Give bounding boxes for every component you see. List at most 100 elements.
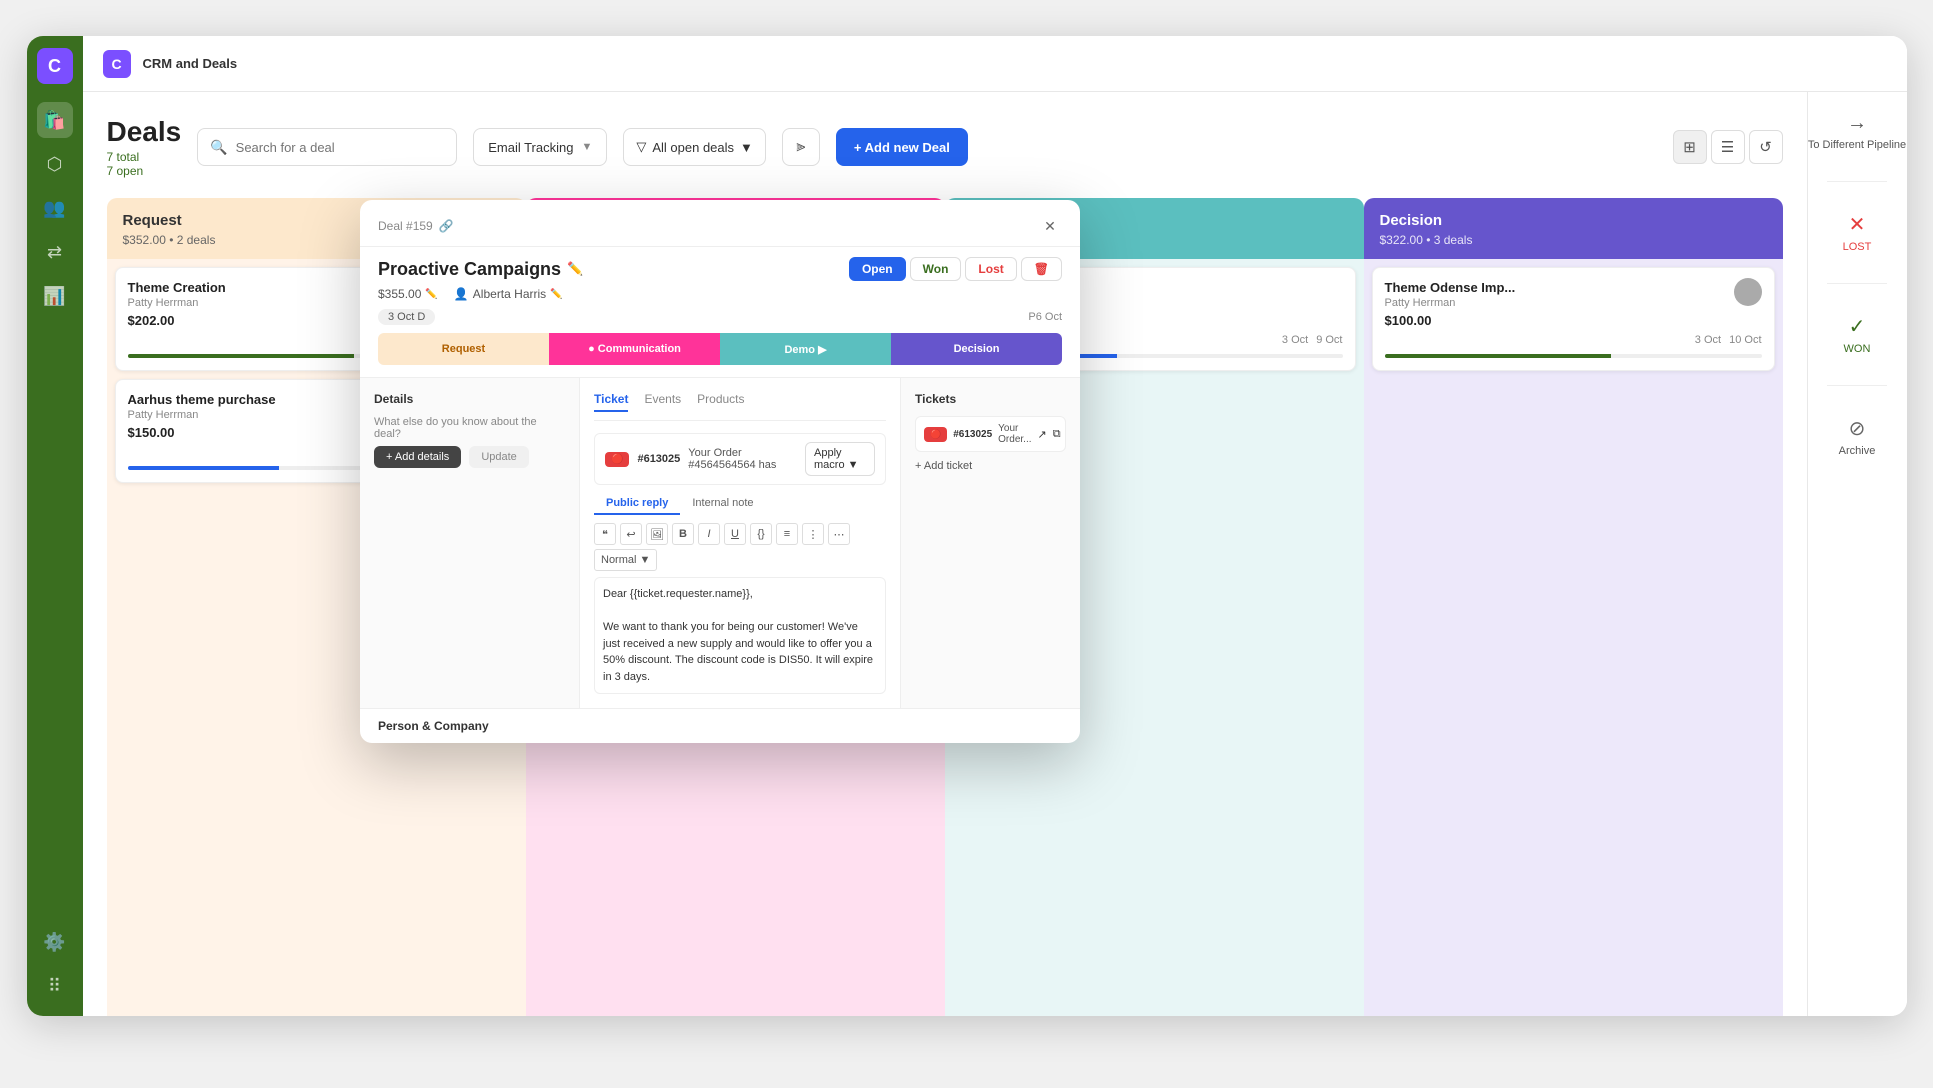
toolbar-btn-list2[interactable]: ⋮ bbox=[802, 523, 824, 545]
col-header-decision: Decision $322.00 • 3 deals bbox=[1364, 198, 1783, 259]
deal-progress bbox=[1385, 354, 1762, 358]
details-field-label: What else do you know about the deal? bbox=[374, 416, 565, 440]
delete-button[interactable]: 🗑 bbox=[1021, 257, 1062, 281]
macro-select[interactable]: Apply macro ▼ bbox=[805, 442, 875, 476]
topbar: C CRM and Deals bbox=[83, 36, 1907, 92]
reply-body[interactable]: Dear {{ticket.requester.name}},We want t… bbox=[594, 577, 886, 694]
ticket-external-link-icon[interactable]: ↗ bbox=[1038, 428, 1047, 441]
open-button[interactable]: Open bbox=[849, 257, 906, 281]
search-box[interactable]: 🔍 bbox=[197, 128, 457, 166]
update-button[interactable]: Update bbox=[469, 446, 528, 468]
sidebar-icon-settings[interactable]: ⚙️ bbox=[37, 924, 73, 960]
toolbar-btn-code[interactable]: {} bbox=[750, 523, 772, 545]
pipeline-label: To Different Pipeline bbox=[1808, 139, 1906, 151]
modal-meta: $355.00 ✏️ 👤 Alberta Harris ✏️ bbox=[360, 287, 1080, 309]
pipeline-dropdown[interactable]: Email Tracking ▼ bbox=[473, 128, 607, 166]
filter-dropdown[interactable]: ▽ All open deals ▼ bbox=[623, 128, 766, 166]
ticket-text: Your Order #4564564564 has bbox=[688, 447, 797, 471]
app-logo[interactable]: C bbox=[37, 48, 73, 84]
toolbar-format-select[interactable]: Normal ▼ bbox=[594, 549, 657, 571]
add-deal-button[interactable]: + Add new Deal bbox=[836, 128, 968, 166]
sidebar-action-won[interactable]: ✓ WON bbox=[1844, 314, 1871, 355]
topbar-logo: C bbox=[103, 50, 131, 78]
deal-date-start: 3 Oct bbox=[1282, 334, 1308, 346]
tab-events[interactable]: Events bbox=[644, 392, 681, 412]
filter-button[interactable]: ⫸ bbox=[782, 128, 820, 166]
sidebar-icon-transfer[interactable]: ⇄ bbox=[37, 234, 73, 270]
toolbar-btn-image[interactable]: 🖼 bbox=[646, 523, 668, 545]
sidebar-icon-shop[interactable]: 🛍️ bbox=[37, 102, 73, 138]
sidebar-divider-3 bbox=[1827, 385, 1887, 386]
internal-note-tab[interactable]: Internal note bbox=[680, 493, 765, 515]
modal-header: Deal #159 🔗 ✕ bbox=[360, 200, 1080, 247]
ticket-badge: 🔴 bbox=[605, 452, 629, 467]
archive-label: Archive bbox=[1839, 445, 1876, 457]
pipeline-steps: Request ● Communication Demo ▶ Decision bbox=[378, 333, 1062, 365]
toolbar-btn-list[interactable]: ≡ bbox=[776, 523, 798, 545]
deal-dates: 3 Oct 10 Oct bbox=[1385, 334, 1762, 346]
ticket-item[interactable]: 🔴 #613025 Your Order... ↗ ⧉ bbox=[915, 416, 1066, 452]
deal-avatar bbox=[1734, 278, 1762, 306]
ticket-item-badge: 🔴 bbox=[924, 427, 947, 442]
pipeline-step-request[interactable]: Request bbox=[378, 333, 549, 365]
pipeline-step-decision[interactable]: Decision bbox=[891, 333, 1062, 365]
sidebar-action-pipeline[interactable]: → To Different Pipeline bbox=[1808, 112, 1906, 151]
reply-tabs: Public reply Internal note bbox=[594, 493, 886, 515]
sidebar-action-lost[interactable]: ✕ LOST bbox=[1843, 212, 1872, 253]
col-meta-decision: $322.00 • 3 deals bbox=[1380, 233, 1767, 247]
tab-products[interactable]: Products bbox=[697, 392, 744, 412]
ticket-right-id: #613025 bbox=[953, 429, 992, 440]
archive-icon: ⊘ bbox=[1849, 416, 1866, 441]
page-title: Deals bbox=[107, 116, 182, 148]
details-title: Details bbox=[374, 392, 565, 406]
deal-amount: $100.00 bbox=[1385, 313, 1516, 328]
lost-button[interactable]: Lost bbox=[965, 257, 1016, 281]
filter-label: All open deals bbox=[652, 140, 734, 155]
ticket-copy-icon[interactable]: ⧉ bbox=[1053, 428, 1061, 441]
search-input[interactable] bbox=[236, 140, 445, 155]
list-view-button[interactable]: ☰ bbox=[1711, 130, 1745, 164]
tickets-title: Tickets bbox=[915, 392, 1066, 406]
tab-ticket[interactable]: Ticket bbox=[594, 392, 628, 412]
topbar-title: CRM and Deals bbox=[143, 56, 238, 71]
deal-date-end: 9 Oct bbox=[1316, 334, 1342, 346]
won-button[interactable]: Won bbox=[910, 257, 962, 281]
page-subtitle: 7 total 7 open bbox=[107, 150, 182, 178]
edit-amount-icon[interactable]: ✏️ bbox=[425, 289, 437, 300]
toolbar-btn-quote[interactable]: ❝ bbox=[594, 523, 616, 545]
chevron-down-icon: ▼ bbox=[740, 140, 753, 155]
deal-modal: Deal #159 🔗 ✕ Proactive Campaigns ✏️ Ope… bbox=[360, 200, 1080, 743]
modal-bottom: Person & Company bbox=[360, 708, 1080, 743]
modal-tag: 3 Oct D bbox=[378, 309, 435, 325]
add-details-button[interactable]: + Add details bbox=[374, 446, 461, 468]
kanban-view-button[interactable]: ⊞ bbox=[1673, 130, 1707, 164]
pipeline-step-communication[interactable]: ● Communication bbox=[549, 333, 720, 365]
refresh-button[interactable]: ↺ bbox=[1749, 130, 1783, 164]
add-ticket-button[interactable]: + Add ticket bbox=[915, 460, 972, 472]
page-header: Deals 7 total 7 open 🔍 Email Tracking ▼ bbox=[107, 116, 1783, 178]
lost-label: LOST bbox=[1843, 241, 1872, 253]
right-sidebar: → To Different Pipeline ✕ LOST ✓ WON ⊘ A… bbox=[1807, 92, 1907, 1016]
toolbar-btn-more[interactable]: ⋯ bbox=[828, 523, 850, 545]
toolbar-btn-undo[interactable]: ↩ bbox=[620, 523, 642, 545]
edit-owner-icon[interactable]: ✏️ bbox=[550, 289, 562, 300]
chevron-down-icon: ▼ bbox=[581, 141, 592, 153]
edit-title-icon[interactable]: ✏️ bbox=[567, 261, 583, 277]
pipeline-step-demo[interactable]: Demo ▶ bbox=[720, 333, 891, 365]
sidebar-action-archive[interactable]: ⊘ Archive bbox=[1839, 416, 1876, 457]
deal-date-end: 10 Oct bbox=[1729, 334, 1761, 346]
sidebar-icon-users[interactable]: 👥 bbox=[37, 190, 73, 226]
toolbar-btn-italic[interactable]: I bbox=[698, 523, 720, 545]
lost-icon: ✕ bbox=[1849, 212, 1866, 237]
ticket-row: 🔴 #613025 Your Order #4564564564 has App… bbox=[594, 433, 886, 485]
public-reply-tab[interactable]: Public reply bbox=[594, 493, 680, 515]
sidebar-icon-chart[interactable]: 📊 bbox=[37, 278, 73, 314]
modal-close-button[interactable]: ✕ bbox=[1038, 214, 1062, 238]
toolbar-btn-underline[interactable]: U bbox=[724, 523, 746, 545]
reply-toolbar: ❝ ↩ 🖼 B I U {} ≡ ⋮ ⋯ Normal ▼ bbox=[594, 523, 886, 571]
sidebar-icon-grid[interactable]: ⠿ bbox=[37, 968, 73, 1004]
toolbar-btn-bold[interactable]: B bbox=[672, 523, 694, 545]
sidebar-icon-hex[interactable]: ⬡ bbox=[37, 146, 73, 182]
deal-card-theme-odense[interactable]: Theme Odense Imp... Patty Herrman $100.0… bbox=[1372, 267, 1775, 371]
arrow-right-icon: → bbox=[1847, 112, 1867, 135]
